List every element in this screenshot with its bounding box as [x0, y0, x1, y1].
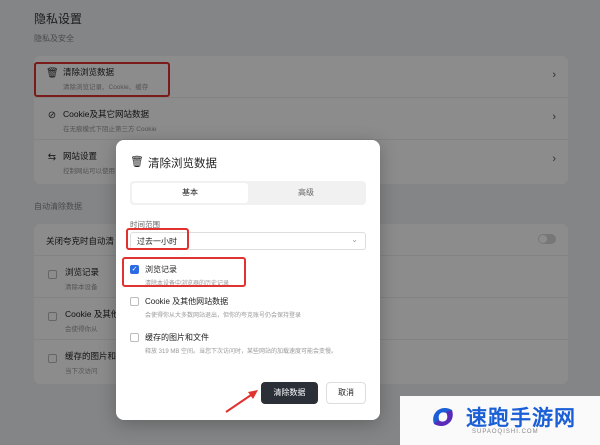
watermark-name: 速跑手游网 — [466, 407, 576, 430]
watermark-logo-icon — [433, 407, 453, 427]
watermark-domain: SUPAOQISHI.COM — [472, 429, 539, 435]
watermark: 速跑手游网 SUPAOQISHI.COM — [400, 396, 600, 445]
annotation-arrow — [225, 390, 258, 413]
